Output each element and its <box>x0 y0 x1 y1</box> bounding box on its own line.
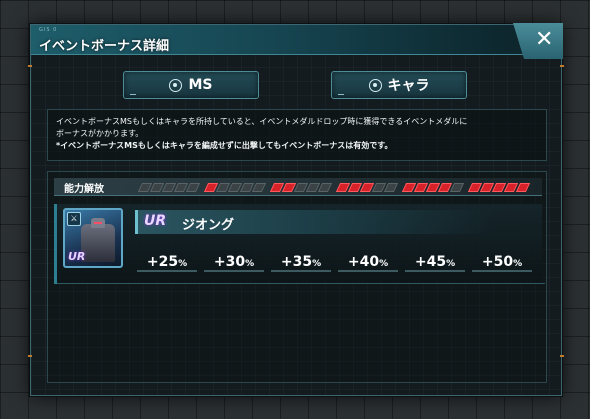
frame-tick <box>560 65 564 67</box>
unit-name: ジオング <box>182 218 235 233</box>
bonus-percent-sign: % <box>245 259 255 269</box>
frame-tick <box>28 65 32 67</box>
mech-eye <box>94 222 102 224</box>
level-segment <box>515 183 531 192</box>
level-segment <box>317 183 333 192</box>
level-segment <box>449 183 465 192</box>
bonus-value-2: +30% <box>204 254 264 272</box>
thumb-rarity-badge: UR <box>68 250 86 263</box>
ability-level-3 <box>269 183 333 192</box>
description-line-1: イベントボーナスMSもしくはキャラを所持していると、イベントメダルドロップ時に獲… <box>56 117 468 126</box>
bonus-number: +30 <box>213 254 246 270</box>
bonus-number: +50 <box>481 254 514 270</box>
tab-ms[interactable]: MS <box>123 71 259 99</box>
unit-thumbnail[interactable]: ⚔ UR <box>63 208 123 268</box>
ability-level-5 <box>401 183 465 192</box>
target-icon <box>169 78 183 92</box>
unit-row[interactable]: ⚔ UR UR ジオング +25% +30% +35% +40% +45% +50% <box>54 204 545 284</box>
level-segment <box>251 183 267 192</box>
bonus-number: +35 <box>280 254 313 270</box>
description-note: *イベントボーナスMSもしくはキャラを編成せずに出撃してもイベントボーナスは有効… <box>56 141 393 150</box>
mech-body <box>81 224 115 262</box>
tab-chara[interactable]: キャラ <box>331 71 467 99</box>
bonus-description: イベントボーナスMSもしくはキャラを所持していると、イベントメダルドロップ時に獲… <box>47 109 547 161</box>
close-icon: ✕ <box>535 27 554 52</box>
ability-release-header: 能力解放 <box>54 178 542 196</box>
bonus-percent-sign: % <box>446 259 456 269</box>
bonus-number: +45 <box>414 254 447 270</box>
tab-ms-label: MS <box>188 77 213 93</box>
frame-tick <box>28 355 32 357</box>
bonus-value-4: +40% <box>338 254 398 272</box>
event-bonus-dialog: GIS 0 イベントボーナス詳細 ✕ MS キャラ イベントボーナスMSもしくは… <box>28 23 564 396</box>
tab-chara-label: キャラ <box>387 78 430 94</box>
level-segment <box>185 183 201 192</box>
bonus-number: +40 <box>347 254 380 270</box>
bonus-percent-sign: % <box>513 259 523 269</box>
bonus-percent-sign: % <box>312 259 322 269</box>
ability-level-6 <box>467 183 531 192</box>
level-segment <box>383 183 399 192</box>
description-line-2: ボーナスがかかります。 <box>56 129 144 138</box>
ability-level-2 <box>203 183 267 192</box>
dialog-code: GIS 0 <box>39 27 58 33</box>
dialog-titlebar: GIS 0 イベントボーナス詳細 <box>31 25 563 55</box>
bonus-number: +25 <box>146 254 179 270</box>
bonus-value-1: +25% <box>137 254 197 272</box>
ability-release-label: 能力解放 <box>64 184 104 195</box>
bonus-percent-sign: % <box>379 259 389 269</box>
bonus-value-5: +45% <box>405 254 465 272</box>
ms-type-icon: ⚔ <box>67 212 81 226</box>
bonus-panel: 能力解放 ⚔ UR UR ジオング +25% +30% +35% +40% +45% +5… <box>47 171 547 383</box>
dialog-title: イベントボーナス詳細 <box>39 39 170 54</box>
bonus-value-3: +35% <box>271 254 331 272</box>
frame-tick <box>560 355 564 357</box>
ability-level-1 <box>137 183 201 192</box>
ability-level-4 <box>335 183 399 192</box>
target-icon <box>368 78 382 92</box>
unit-name-bar: UR ジオング <box>135 210 495 234</box>
rarity-badge: UR <box>144 213 167 229</box>
bonus-value-6: +50% <box>472 254 532 272</box>
bonus-percent-sign: % <box>178 259 188 269</box>
